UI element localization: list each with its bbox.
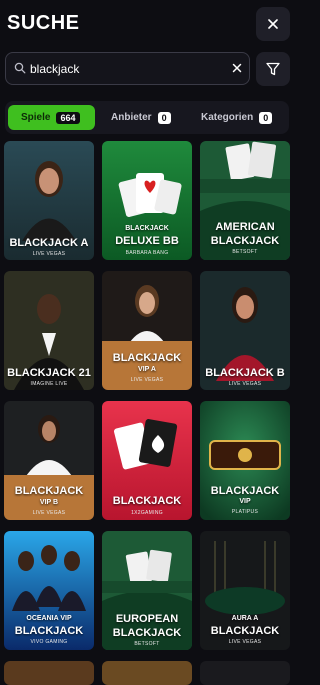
game-thumbnail (200, 661, 290, 685)
game-provider: IMAGINE LIVE (30, 381, 68, 387)
game-card[interactable]: AMERICAN BLACKJACK BETSOFT (200, 141, 290, 260)
game-card[interactable]: BLACKJACK DELUXE BB BARBARA BANG (102, 141, 192, 260)
game-card[interactable] (102, 661, 192, 685)
header: SUCHE (0, 0, 294, 48)
game-provider: LIVE VEGAS (228, 381, 262, 387)
tab-label: Spiele (21, 112, 51, 123)
game-subtitle: BLACKJACK (14, 625, 84, 637)
tab-games[interactable]: Spiele 664 (8, 105, 95, 130)
game-provider: BETSOFT (134, 641, 160, 647)
game-subtitle: BLACKJACK (210, 625, 280, 637)
game-subtitle: VIP A (138, 366, 156, 373)
close-icon (268, 19, 278, 29)
game-card[interactable]: BLACKJACK VIP B LIVE VEGAS (4, 401, 94, 520)
tab-providers[interactable]: Anbieter 0 (108, 105, 178, 130)
close-button[interactable] (256, 7, 290, 41)
tab-categories[interactable]: Kategorien 0 (198, 105, 283, 130)
game-title: OCEANIA VIP (26, 615, 72, 622)
game-subtitle: BLACKJACK (210, 235, 280, 247)
tab-label: Kategorien (201, 112, 254, 123)
game-provider: BETSOFT (232, 249, 258, 255)
game-title: BLACKJACK (112, 352, 182, 364)
game-card[interactable]: AURA A BLACKJACK LIVE VEGAS (200, 531, 290, 650)
game-card[interactable]: EUROPEAN BLACKJACK BETSOFT (102, 531, 192, 650)
game-title: BLACKJACK 21 (7, 367, 91, 379)
tab-label: Anbieter (111, 112, 152, 123)
game-title: BLACKJACK (112, 495, 182, 507)
game-provider: PLATIPUS (231, 509, 259, 515)
game-card[interactable] (4, 661, 94, 685)
game-thumbnail (4, 661, 94, 685)
tab-count-badge: 0 (157, 111, 171, 124)
game-card[interactable]: BLACKJACK VIP A LIVE VEGAS (102, 271, 192, 390)
game-title: EUROPEAN (115, 613, 179, 625)
game-provider: VIVO GAMING (30, 639, 68, 645)
tab-count-badge: 0 (259, 111, 273, 124)
game-provider: 1X2GAMING (131, 510, 163, 516)
game-title: BLACKJACK (210, 485, 280, 497)
game-provider: BARBARA BANG (125, 250, 169, 256)
game-provider: LIVE VEGAS (130, 377, 164, 383)
game-card[interactable] (200, 661, 290, 685)
game-subtitle: DELUXE BB (115, 235, 179, 247)
page-title: SUCHE (7, 12, 80, 34)
game-title: BLACKJACK (125, 225, 169, 232)
tab-bar: Spiele 664 Anbieter 0 Kategorien 0 (5, 101, 289, 134)
game-title: AMERICAN (215, 221, 275, 233)
game-subtitle: BLACKJACK (112, 627, 182, 639)
game-subtitle: VIP B (39, 499, 59, 506)
game-title: AURA A (231, 615, 259, 622)
filter-icon (266, 62, 280, 76)
clear-icon[interactable] (232, 63, 242, 73)
game-title: BLACKJACK A (9, 237, 89, 249)
game-card[interactable]: BLACKJACK 1X2GAMING (102, 401, 192, 520)
game-card[interactable]: BLACKJACK A LIVE VEGAS (4, 141, 94, 260)
game-provider: LIVE VEGAS (32, 510, 66, 516)
game-card[interactable]: BLACKJACK VIP PLATIPUS (200, 401, 290, 520)
search-bar (5, 52, 250, 85)
filter-button[interactable] (256, 52, 290, 86)
game-subtitle: VIP (239, 498, 251, 505)
game-title: BLACKJACK (14, 485, 84, 497)
game-title: BLACKJACK B (205, 367, 285, 379)
search-icon (14, 62, 26, 74)
tab-count-badge: 664 (56, 111, 80, 124)
game-provider: LIVE VEGAS (32, 251, 66, 257)
game-card[interactable]: BLACKJACK 21 IMAGINE LIVE (4, 271, 94, 390)
game-card[interactable]: OCEANIA VIP BLACKJACK VIVO GAMING (4, 531, 94, 650)
game-provider: LIVE VEGAS (228, 639, 262, 645)
search-input[interactable] (30, 60, 220, 78)
game-card[interactable]: BLACKJACK B LIVE VEGAS (200, 271, 290, 390)
game-thumbnail (102, 661, 192, 685)
